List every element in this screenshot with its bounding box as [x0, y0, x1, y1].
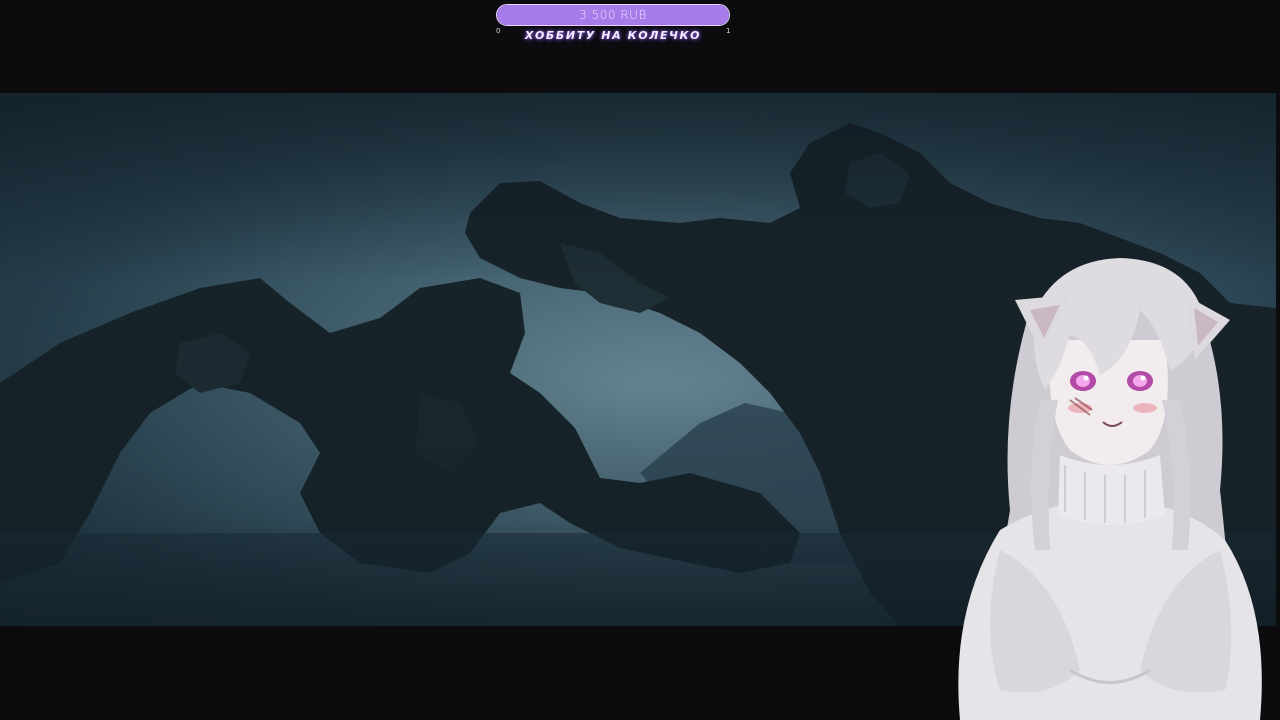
avatar-illustration	[958, 258, 1262, 720]
vtuber-avatar	[940, 250, 1280, 720]
donation-goal-amount: 3 500 RUB	[579, 8, 647, 22]
donation-goal-progress-bar: 3 500 RUB	[496, 4, 730, 26]
donation-goal-title: ХОББИТУ НА КОЛЕЧКО	[524, 29, 702, 42]
donation-goal-widget: 3 500 RUB 0 1 ХОББИТУ НА КОЛЕЧКО	[492, 3, 734, 45]
stream-canvas: 3 500 RUB 0 1 ХОББИТУ НА КОЛЕЧКО	[0, 0, 1280, 720]
